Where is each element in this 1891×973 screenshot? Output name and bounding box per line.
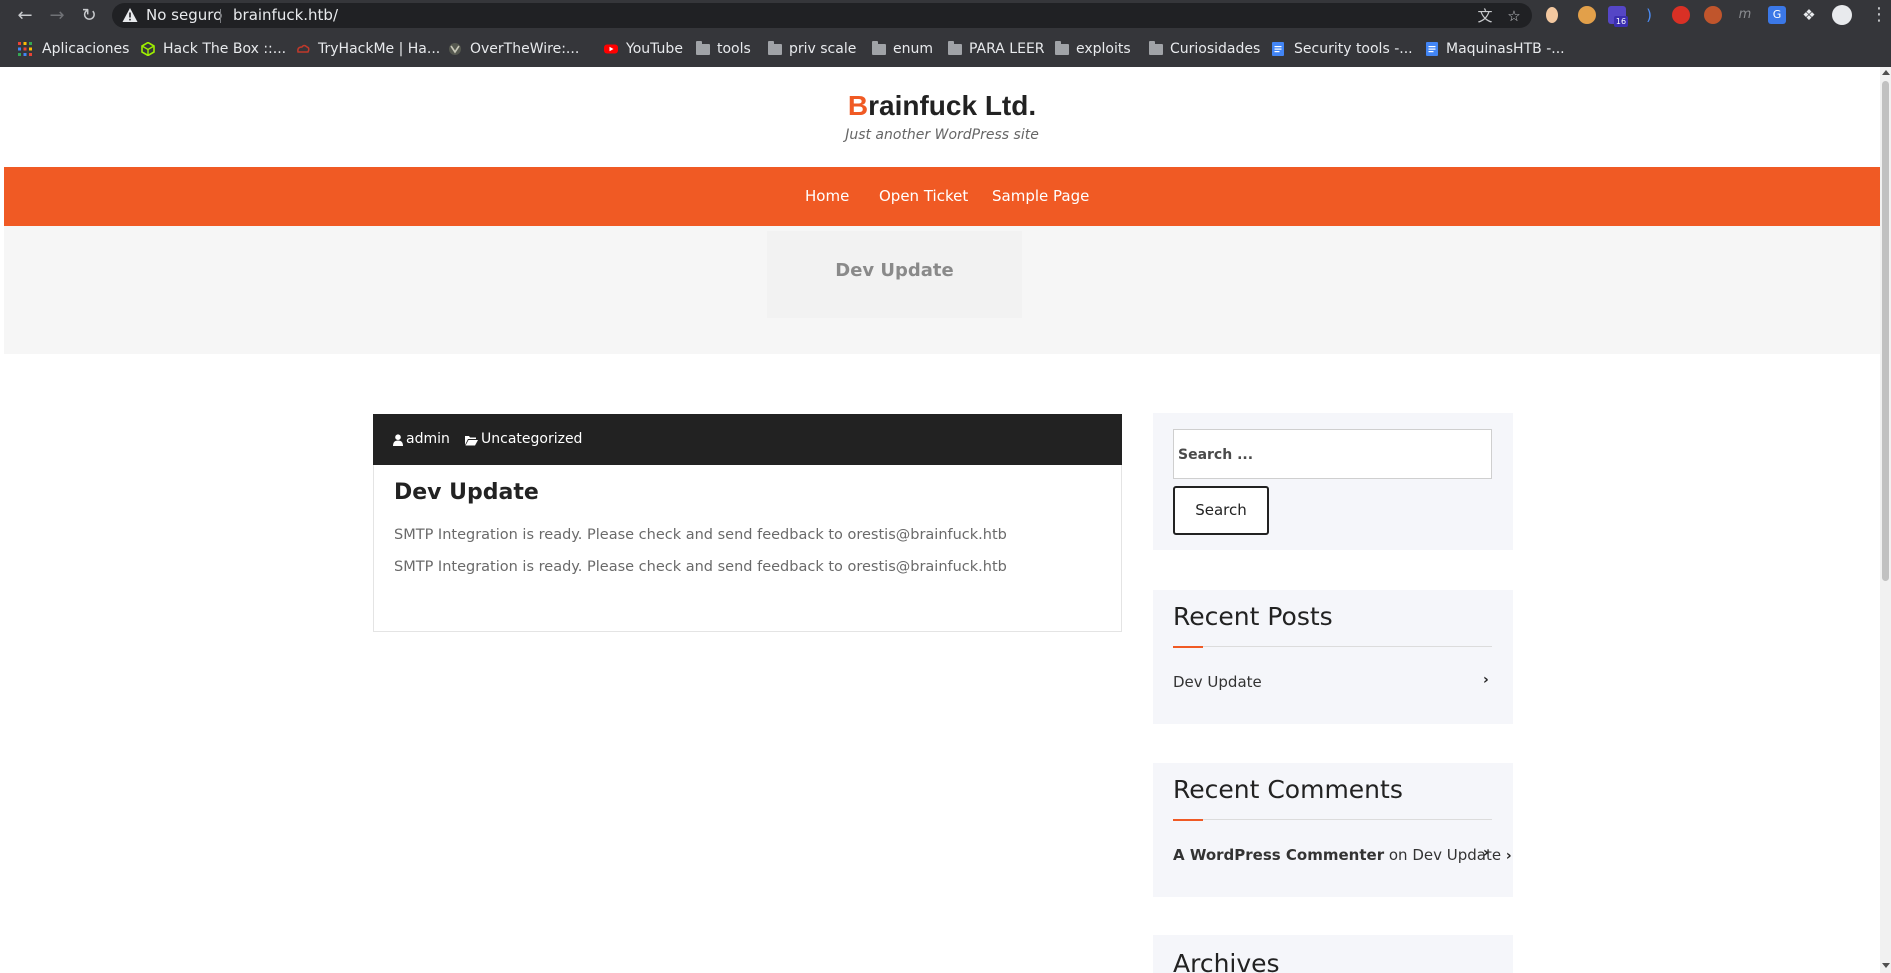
bookmark-star-icon[interactable]: ☆ xyxy=(1505,7,1523,25)
recent-posts-title: Recent Posts xyxy=(1173,602,1333,631)
nav-item-home[interactable]: Home xyxy=(805,167,849,226)
extension-stop-hand-icon[interactable] xyxy=(1672,6,1690,24)
folder-icon xyxy=(948,41,962,55)
search-button[interactable]: Search xyxy=(1173,486,1269,535)
bookmark-label: tools xyxy=(717,41,751,57)
extension-cookie-icon[interactable] xyxy=(1578,6,1596,24)
archives-title: Archives xyxy=(1173,949,1280,973)
extension-cookie-editor-icon[interactable] xyxy=(1704,6,1722,24)
post-content-line: SMTP Integration is ready. Please check … xyxy=(394,559,1007,575)
folder-icon xyxy=(872,41,886,55)
bookmark-label: YouTube xyxy=(626,41,683,57)
folder-open-icon xyxy=(465,436,478,446)
post-meta-bar: admin Uncategorized xyxy=(373,414,1122,465)
bookmarks-bar: Aplicaciones Hack The Box ::... TryHackM… xyxy=(0,31,1891,67)
web-page: Brainfuck Ltd. Just another WordPress si… xyxy=(4,67,1880,973)
widget-underline xyxy=(1173,646,1492,648)
recent-posts-widget: Recent Posts Dev Update › xyxy=(1153,590,1513,724)
bookmark-label: PARA LEER xyxy=(969,41,1045,57)
extension-google-translate-icon[interactable]: G xyxy=(1768,6,1786,24)
extension-m-icon[interactable]: m xyxy=(1736,6,1754,24)
chevron-right-icon: › xyxy=(1483,845,1489,861)
scrollbar-thumb[interactable] xyxy=(1882,81,1889,581)
bookmark-label: MaquinasHTB -... xyxy=(1446,41,1565,57)
folder-icon xyxy=(696,41,710,55)
recent-comments-title: Recent Comments xyxy=(1173,775,1403,804)
scroll-down-arrow-icon[interactable] xyxy=(1882,963,1890,968)
post-author-link[interactable]: admin xyxy=(406,414,450,465)
recent-comments-widget: Recent Comments A WordPress Commenter on… xyxy=(1153,763,1513,897)
folder-icon xyxy=(1055,41,1069,55)
scroll-up-arrow-icon[interactable] xyxy=(1882,70,1890,75)
browser-toolbar: ← → ↻ No seguro brainfuck.htb/ 文 ☆ 16 ) … xyxy=(0,0,1891,31)
post-category-link[interactable]: Uncategorized xyxy=(481,414,582,465)
omnibox-separator xyxy=(220,9,221,23)
site-title[interactable]: Brainfuck Ltd. xyxy=(4,90,1880,122)
google-doc-icon xyxy=(1426,42,1438,56)
main-navigation: Home Open Ticket Sample Page xyxy=(4,167,1880,226)
warning-triangle-icon[interactable] xyxy=(122,7,138,23)
folder-icon xyxy=(1149,41,1163,55)
search-placeholder: Search ... xyxy=(1178,447,1254,463)
post-title[interactable]: Dev Update xyxy=(394,480,539,505)
youtube-icon xyxy=(604,44,618,54)
bookmark-label: exploits xyxy=(1076,41,1131,57)
bookmark-label: Security tools -... xyxy=(1294,41,1413,57)
htb-cube-icon xyxy=(141,42,155,56)
widget-underline-accent xyxy=(1173,646,1203,648)
browser-menu-icon[interactable]: ⋮ xyxy=(1870,4,1888,26)
overthewire-icon xyxy=(449,43,461,55)
user-icon xyxy=(393,434,403,446)
google-doc-icon xyxy=(1272,42,1284,56)
bookmark-label: TryHackMe | Ha... xyxy=(318,41,441,57)
chevron-right-icon: › xyxy=(1505,848,1512,864)
page-header-title: Dev Update xyxy=(835,260,954,281)
extension-count-badge: 16 xyxy=(1614,16,1628,27)
recent-comment-item: A WordPress Commenter on Dev Update › xyxy=(1173,846,1512,864)
security-status-label[interactable]: No seguro xyxy=(146,3,222,28)
bookmark-label: Hack The Box ::... xyxy=(163,41,287,57)
search-widget: Search ... Search xyxy=(1153,413,1513,550)
post-content-line: SMTP Integration is ready. Please check … xyxy=(394,527,1007,543)
extension-egg-icon[interactable] xyxy=(1546,7,1558,23)
comment-author-link[interactable]: A WordPress Commenter xyxy=(1173,846,1384,864)
profile-avatar-icon[interactable] xyxy=(1832,5,1852,25)
reload-icon[interactable]: ↻ xyxy=(78,5,100,27)
back-arrow-icon[interactable]: ← xyxy=(14,5,36,27)
page-scrollbar[interactable] xyxy=(1880,67,1891,973)
forward-arrow-icon[interactable]: → xyxy=(46,5,68,27)
bookmark-label: Aplicaciones xyxy=(42,41,130,57)
site-title-rest[interactable]: rainfuck Ltd. xyxy=(868,90,1036,121)
extension-wave-icon[interactable]: ) xyxy=(1640,6,1658,24)
extensions-puzzle-icon[interactable]: ❖ xyxy=(1800,6,1818,24)
tryhackme-icon xyxy=(297,44,310,53)
search-input[interactable]: Search ... xyxy=(1173,429,1492,479)
folder-icon xyxy=(768,41,782,55)
widget-underline xyxy=(1173,819,1492,821)
recent-post-link[interactable]: Dev Update xyxy=(1173,673,1262,691)
bookmark-label: enum xyxy=(893,41,933,57)
bookmark-label: Curiosidades xyxy=(1170,41,1261,57)
nav-item-open-ticket[interactable]: Open Ticket xyxy=(879,167,968,226)
address-bar[interactable]: No seguro brainfuck.htb/ 文 ☆ xyxy=(112,3,1532,28)
translate-icon[interactable]: 文 xyxy=(1476,7,1494,25)
bookmark-label: priv scale xyxy=(789,41,857,57)
apps-grid-icon xyxy=(18,42,32,56)
comment-on-text: on xyxy=(1388,846,1408,864)
nav-item-sample-page[interactable]: Sample Page xyxy=(992,167,1089,226)
post-card: admin Uncategorized Dev Update SMTP Inte… xyxy=(373,414,1122,632)
site-tagline: Just another WordPress site xyxy=(845,127,1039,143)
widget-underline-accent xyxy=(1173,819,1203,821)
archives-widget: Archives xyxy=(1153,935,1513,973)
page-header-box: Dev Update xyxy=(767,231,1022,318)
site-title-first-letter[interactable]: B xyxy=(848,90,868,121)
chevron-right-icon: › xyxy=(1483,672,1489,688)
page-header: Dev Update xyxy=(4,226,1880,354)
url-text[interactable]: brainfuck.htb/ xyxy=(233,3,338,28)
bookmark-label: OverTheWire:... xyxy=(470,41,580,57)
